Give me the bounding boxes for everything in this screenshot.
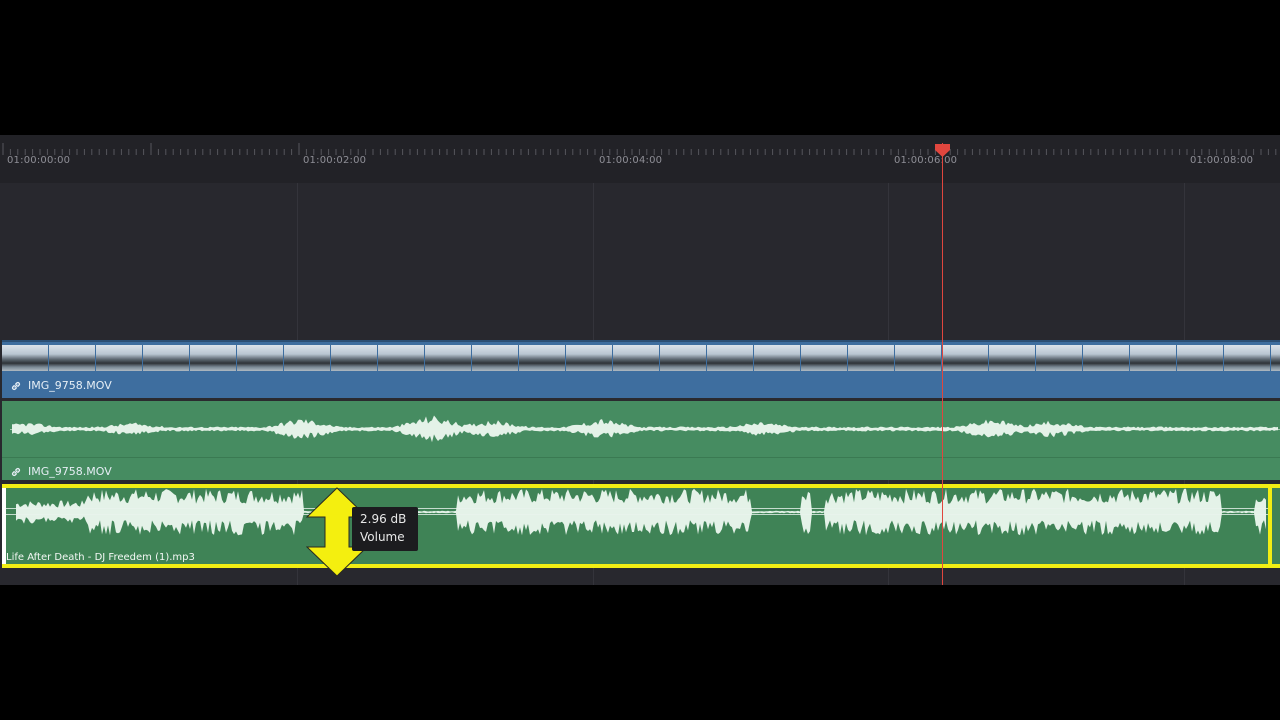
video-thumbnail xyxy=(425,345,471,371)
video-thumbnail xyxy=(237,345,283,371)
video-clip[interactable]: IMG_9758.MOV xyxy=(2,340,1280,398)
music-clip-name: Life After Death - DJ Freedem (1).mp3 xyxy=(6,552,195,563)
audio-clip-name: IMG_9758.MOV xyxy=(28,465,112,478)
video-thumbnail xyxy=(1036,345,1082,371)
audio-clip-linked[interactable]: IMG_9758.MOV xyxy=(2,398,1280,480)
timeline-panel[interactable]: 01:00:00:00 01:00:02:00 01:00:04:00 01:0… xyxy=(0,135,1280,585)
video-thumbnail xyxy=(989,345,1035,371)
video-thumbnail xyxy=(1083,345,1129,371)
video-thumbnail xyxy=(1224,345,1270,371)
volume-label: Volume xyxy=(360,530,405,544)
video-clip-name: IMG_9758.MOV xyxy=(28,379,112,392)
video-thumbnail xyxy=(848,345,894,371)
music-waveform xyxy=(16,488,1266,536)
audio-separator xyxy=(2,457,1280,458)
video-thumbnail xyxy=(895,345,941,371)
link-icon xyxy=(10,380,22,392)
playhead-line[interactable] xyxy=(942,143,943,585)
video-thumbnail xyxy=(378,345,424,371)
video-thumbnail xyxy=(613,345,659,371)
video-thumbnail xyxy=(801,345,847,371)
video-thumbnail xyxy=(707,345,753,371)
video-thumbnail xyxy=(143,345,189,371)
video-thumbnail xyxy=(284,345,330,371)
volume-line[interactable] xyxy=(6,508,1268,509)
video-thumbnail xyxy=(331,345,377,371)
music-clip-overflow xyxy=(1272,484,1280,568)
video-thumbnail xyxy=(1271,345,1280,371)
timecode-label-4: 01:00:04:00 xyxy=(599,155,663,166)
timecode-ruler[interactable]: 01:00:00:00 01:00:02:00 01:00:04:00 01:0… xyxy=(0,135,1280,183)
audio-clip-label: IMG_9758.MOV xyxy=(10,465,112,478)
playhead-marker-icon[interactable] xyxy=(935,143,950,162)
timecode-label-2: 01:00:02:00 xyxy=(303,155,367,166)
video-thumbnail xyxy=(754,345,800,371)
volume-tooltip: 2.96 dB Volume xyxy=(352,507,418,551)
video-thumbnail xyxy=(566,345,612,371)
volume-line-secondary xyxy=(6,514,1268,515)
video-thumbnail xyxy=(660,345,706,371)
timecode-label-0: 01:00:00:00 xyxy=(7,155,71,166)
video-thumbnail xyxy=(1130,345,1176,371)
video-thumbnail xyxy=(472,345,518,371)
audio-waveform xyxy=(12,415,1278,443)
video-clip-label: IMG_9758.MOV xyxy=(10,379,112,392)
video-thumbnail xyxy=(519,345,565,371)
timecode-label-8: 01:00:08:00 xyxy=(1190,155,1254,166)
link-icon xyxy=(10,466,22,478)
video-thumbnail xyxy=(49,345,95,371)
video-thumbnail xyxy=(2,345,48,371)
volume-value: 2.96 dB xyxy=(360,512,407,526)
video-thumbnails xyxy=(2,344,1280,372)
video-thumbnail xyxy=(942,345,988,371)
video-thumbnail xyxy=(190,345,236,371)
video-thumbnail xyxy=(96,345,142,371)
video-thumbnail xyxy=(1177,345,1223,371)
